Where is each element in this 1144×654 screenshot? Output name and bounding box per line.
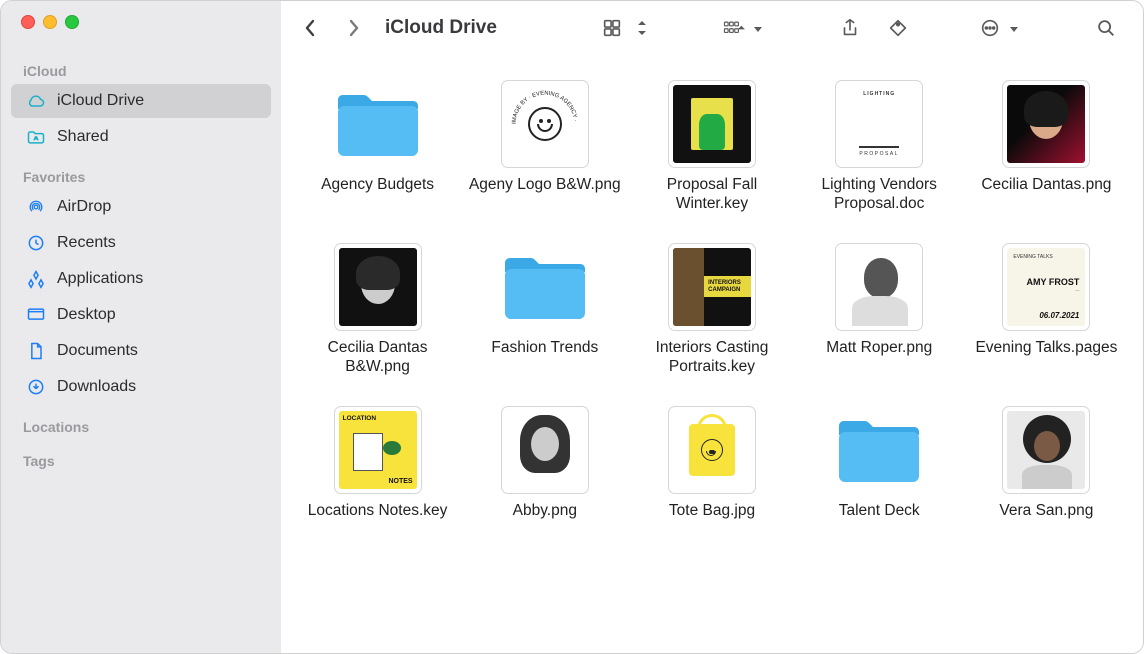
download-icon bbox=[25, 376, 47, 398]
file-label: Locations Notes.key bbox=[308, 501, 448, 520]
file-item[interactable]: Matt Roper.png bbox=[801, 244, 958, 377]
group-by-button[interactable] bbox=[715, 13, 777, 43]
tag-button[interactable] bbox=[879, 13, 917, 43]
folder-icon bbox=[330, 81, 426, 167]
back-button[interactable] bbox=[295, 13, 327, 43]
file-label: Evening Talks.pages bbox=[975, 338, 1117, 357]
file-item[interactable]: IMAGE BY · EVENING AGENCY · Ageny Logo B… bbox=[466, 81, 623, 214]
file-thumbnail: INTERIORS CAMPAIGN bbox=[669, 244, 755, 330]
file-item[interactable]: INTERIORS CAMPAIGN Interiors Casting Por… bbox=[633, 244, 790, 377]
sidebar-item-recents[interactable]: Recents bbox=[11, 226, 271, 260]
file-thumbnail: LOCATION NOTES bbox=[335, 407, 421, 493]
file-label: Fashion Trends bbox=[491, 338, 598, 357]
sidebar-item-label: Recents bbox=[57, 234, 116, 252]
file-thumbnail: IMAGE BY · EVENING AGENCY · bbox=[502, 81, 588, 167]
file-label: Tote Bag.jpg bbox=[669, 501, 755, 520]
file-item[interactable]: Abby.png bbox=[466, 407, 623, 520]
more-actions-button[interactable] bbox=[971, 13, 1033, 43]
view-as-icons-button[interactable] bbox=[593, 13, 631, 43]
folder-icon bbox=[497, 244, 593, 330]
file-label: Ageny Logo B&W.png bbox=[469, 175, 621, 194]
content-pane: iCloud Drive bbox=[281, 1, 1143, 653]
airdrop-icon bbox=[25, 196, 47, 218]
apps-icon bbox=[25, 268, 47, 290]
sidebar-item-label: Desktop bbox=[57, 306, 116, 324]
doc-icon bbox=[25, 340, 47, 362]
sidebar-item-icloud-drive[interactable]: iCloud Drive bbox=[11, 84, 271, 118]
window-title: iCloud Drive bbox=[385, 17, 497, 39]
file-thumbnail bbox=[836, 244, 922, 330]
file-item[interactable]: Tote Bag.jpg bbox=[633, 407, 790, 520]
file-grid: Agency Budgets IMAGE BY · EVENING AGENCY… bbox=[299, 81, 1125, 520]
file-thumbnail bbox=[1003, 407, 1089, 493]
sidebar-item-label: AirDrop bbox=[57, 198, 111, 216]
fullscreen-window-button[interactable] bbox=[65, 15, 79, 29]
sidebar-item-desktop[interactable]: Desktop bbox=[11, 298, 271, 332]
file-item[interactable]: Talent Deck bbox=[801, 407, 958, 520]
sidebar-section-icloud: iCloud bbox=[1, 49, 281, 83]
sidebar-section-locations: Locations bbox=[1, 405, 281, 439]
clock-icon bbox=[25, 232, 47, 254]
sidebar-item-airdrop[interactable]: AirDrop bbox=[11, 190, 271, 224]
sidebar-item-label: Shared bbox=[57, 128, 109, 146]
file-label: Abby.png bbox=[513, 501, 577, 520]
sidebar-section-favorites: Favorites bbox=[1, 155, 281, 189]
sidebar-section-tags: Tags bbox=[1, 439, 281, 473]
sidebar-item-downloads[interactable]: Downloads bbox=[11, 370, 271, 404]
file-thumbnail: EVENING TALKS AMY FROST — 06.07.2021 bbox=[1003, 244, 1089, 330]
file-item[interactable]: Proposal Fall Winter.key bbox=[633, 81, 790, 214]
view-controls bbox=[593, 13, 661, 43]
file-thumbnail bbox=[1003, 81, 1089, 167]
window-controls bbox=[1, 15, 281, 29]
file-label: Cecilia Dantas B&W.png bbox=[299, 338, 456, 377]
sidebar-item-label: Downloads bbox=[57, 378, 136, 396]
sidebar-item-label: Applications bbox=[57, 270, 143, 288]
file-thumbnail bbox=[669, 407, 755, 493]
view-options-button[interactable] bbox=[631, 13, 661, 43]
forward-button[interactable] bbox=[337, 13, 369, 43]
toolbar: iCloud Drive bbox=[281, 1, 1143, 55]
file-label: Cecilia Dantas.png bbox=[981, 175, 1111, 194]
file-thumbnail bbox=[335, 244, 421, 330]
file-grid-scroll[interactable]: Agency Budgets IMAGE BY · EVENING AGENCY… bbox=[281, 55, 1143, 653]
folder-icon bbox=[831, 407, 927, 493]
file-label: Interiors Casting Portraits.key bbox=[633, 338, 790, 377]
file-thumbnail bbox=[502, 407, 588, 493]
file-item[interactable]: Agency Budgets bbox=[299, 81, 456, 214]
file-label: Vera San.png bbox=[999, 501, 1093, 520]
file-item[interactable]: EVENING TALKS AMY FROST — 06.07.2021 Eve… bbox=[968, 244, 1125, 377]
file-thumbnail: LIGHTING PROPOSAL bbox=[836, 81, 922, 167]
file-item[interactable]: Cecilia Dantas.png bbox=[968, 81, 1125, 214]
sidebar-item-documents[interactable]: Documents bbox=[11, 334, 271, 368]
desktop-icon bbox=[25, 304, 47, 326]
file-thumbnail bbox=[669, 81, 755, 167]
close-window-button[interactable] bbox=[21, 15, 35, 29]
file-label: Agency Budgets bbox=[321, 175, 434, 194]
sidebar: iCloud iCloud Drive Shared Favorites Air… bbox=[1, 1, 281, 653]
finder-window: iCloud iCloud Drive Shared Favorites Air… bbox=[0, 0, 1144, 654]
minimize-window-button[interactable] bbox=[43, 15, 57, 29]
cloud-icon bbox=[25, 90, 47, 112]
file-label: Proposal Fall Winter.key bbox=[633, 175, 790, 214]
file-label: Talent Deck bbox=[839, 501, 920, 520]
sidebar-item-label: Documents bbox=[57, 342, 138, 360]
file-item[interactable]: LOCATION NOTES Locations Notes.key bbox=[299, 407, 456, 520]
file-item[interactable]: Vera San.png bbox=[968, 407, 1125, 520]
file-item[interactable]: LIGHTING PROPOSAL Lighting Vendors Propo… bbox=[801, 81, 958, 214]
file-label: Matt Roper.png bbox=[826, 338, 932, 357]
svg-text:IMAGE BY · EVENING AGENCY ·: IMAGE BY · EVENING AGENCY · bbox=[512, 91, 578, 124]
sidebar-item-applications[interactable]: Applications bbox=[11, 262, 271, 296]
file-item[interactable]: Fashion Trends bbox=[466, 244, 623, 377]
search-button[interactable] bbox=[1087, 13, 1125, 43]
file-label: Lighting Vendors Proposal.doc bbox=[801, 175, 958, 214]
shared-folder-icon bbox=[25, 126, 47, 148]
file-item[interactable]: Cecilia Dantas B&W.png bbox=[299, 244, 456, 377]
sidebar-item-label: iCloud Drive bbox=[57, 92, 144, 110]
sidebar-item-shared[interactable]: Shared bbox=[11, 120, 271, 154]
share-button[interactable] bbox=[831, 13, 869, 43]
